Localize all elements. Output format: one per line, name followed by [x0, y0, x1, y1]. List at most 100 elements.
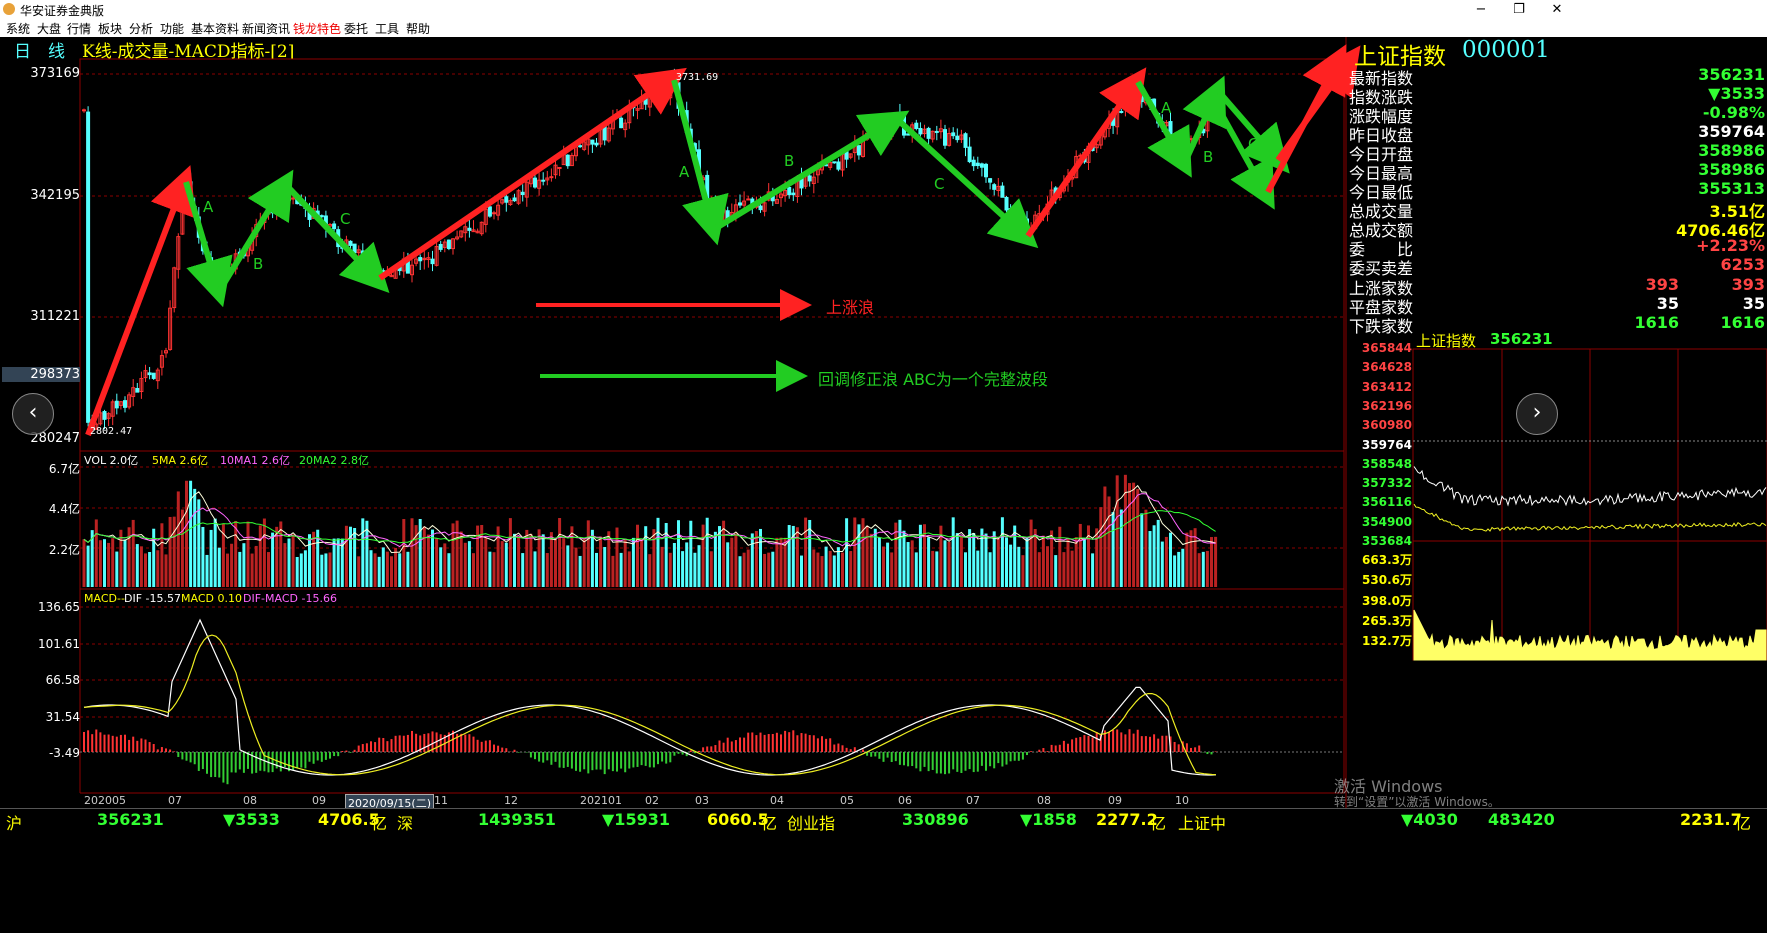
volume-bar	[1189, 530, 1193, 587]
macd-header-dif: DIF -15.57	[124, 592, 181, 605]
date-axis-label: 11	[434, 794, 448, 807]
index-breadth-row: 平盘家数 35 35	[1349, 294, 1765, 317]
volume-bar	[787, 525, 791, 587]
macd-bar	[886, 752, 889, 758]
macd-bar	[989, 752, 992, 767]
macd-bar	[566, 752, 569, 767]
macd-bar	[821, 736, 823, 752]
macd-bar	[320, 752, 323, 762]
ticker-sh-label[interactable]: 沪	[6, 810, 22, 834]
volume-bar	[226, 553, 229, 587]
volume-bar	[242, 543, 246, 587]
volume-bar	[623, 538, 627, 587]
candle-body	[504, 196, 509, 203]
macd-bar	[480, 741, 483, 752]
windows-activation-watermark-sub: 转到“设置”以激活 Windows。	[1334, 795, 1500, 809]
volume-bar	[1054, 555, 1058, 587]
intraday-volume-axis-label: 265.3万	[1362, 613, 1412, 628]
macd-bar	[616, 752, 618, 772]
volume-bar	[291, 534, 295, 587]
volume-bar	[504, 542, 508, 587]
volume-bar	[246, 521, 250, 587]
macd-bar	[907, 752, 910, 767]
macd-bar	[1136, 729, 1139, 752]
macd-bar	[558, 752, 561, 768]
volume-bar	[488, 551, 492, 587]
volume-bar	[1033, 529, 1037, 587]
volume-bar	[615, 527, 619, 587]
volume-bar	[131, 519, 135, 587]
macd-bar	[1054, 745, 1057, 752]
volume-bar	[164, 554, 168, 587]
volume-bar	[845, 518, 849, 587]
volume-bar	[800, 555, 803, 587]
volume-bar	[152, 528, 156, 587]
volume-bar	[439, 547, 443, 587]
date-axis-label: 02	[645, 794, 659, 807]
macd-bar	[1190, 747, 1192, 752]
volume-bar	[636, 524, 639, 587]
candle-body	[594, 142, 599, 146]
volume-bar	[980, 528, 984, 587]
candle-body	[918, 127, 923, 135]
candle-body	[758, 205, 763, 211]
macd-bar	[386, 741, 389, 752]
macd-bar	[1067, 743, 1069, 752]
candle-body	[520, 191, 525, 196]
macd-bar	[714, 745, 717, 752]
intraday-price-axis-label: 354900	[1361, 514, 1412, 529]
volume-bar	[1078, 523, 1082, 587]
volume-bar	[381, 547, 385, 587]
macd-bar	[160, 747, 163, 752]
macd-bar	[964, 752, 967, 771]
candle-body	[114, 400, 119, 409]
candle-body	[541, 179, 546, 182]
macd-bar	[488, 740, 491, 752]
ticker-cy-label[interactable]: 创业指	[787, 810, 835, 834]
volume-bar	[287, 538, 291, 587]
ticker-sz-label[interactable]: 深	[397, 810, 413, 834]
candle-body	[807, 175, 812, 182]
volume-bar	[1185, 532, 1189, 587]
next-stock-button[interactable]: ›	[1516, 393, 1558, 435]
macd-bar	[460, 733, 463, 752]
macd-bar	[611, 752, 614, 772]
ticker-status[interactable]: 上证中	[1178, 810, 1226, 834]
volume-bar	[898, 519, 902, 587]
index-stat-row: 今日最低 355313	[1349, 179, 1765, 202]
ticker-cy-index: 330896	[902, 810, 969, 829]
volume-bar	[865, 525, 869, 587]
macd-bar	[1185, 743, 1188, 752]
volume-bar	[972, 533, 976, 587]
macd-bar	[501, 747, 504, 752]
intraday-price-axis-label: 353684	[1361, 534, 1412, 548]
macd-bar	[583, 752, 586, 770]
candle-body	[565, 154, 570, 167]
macd-bar	[652, 752, 655, 768]
date-axis-label: 09	[312, 794, 326, 807]
macd-bar	[394, 735, 397, 752]
volume-bar	[709, 551, 713, 587]
macd-bar	[1001, 752, 1004, 767]
volume-bar	[767, 552, 771, 587]
macd-bar	[382, 737, 385, 752]
macd-bar	[665, 752, 668, 764]
intraday-price-axis-label: 363412	[1361, 379, 1412, 394]
prev-stock-button[interactable]: ‹	[12, 393, 54, 435]
candle-body	[836, 161, 841, 170]
volume-bar	[443, 543, 447, 587]
candle-body	[1004, 196, 1009, 211]
volume-bar	[1029, 519, 1033, 587]
macd-bar	[898, 752, 901, 765]
volume-bar	[1070, 550, 1074, 587]
volume-bar	[1025, 537, 1029, 587]
macd-bar	[329, 752, 331, 759]
macd-bar	[1005, 752, 1008, 765]
intraday-price-axis-label: 358548	[1361, 456, 1412, 471]
macd-bar	[1083, 735, 1086, 752]
macd-bar	[271, 752, 274, 773]
macd-bar	[1062, 740, 1065, 752]
macd-bar	[972, 752, 975, 773]
kline-panel-border	[79, 58, 1345, 452]
date-axis-label: 202101	[580, 794, 622, 807]
